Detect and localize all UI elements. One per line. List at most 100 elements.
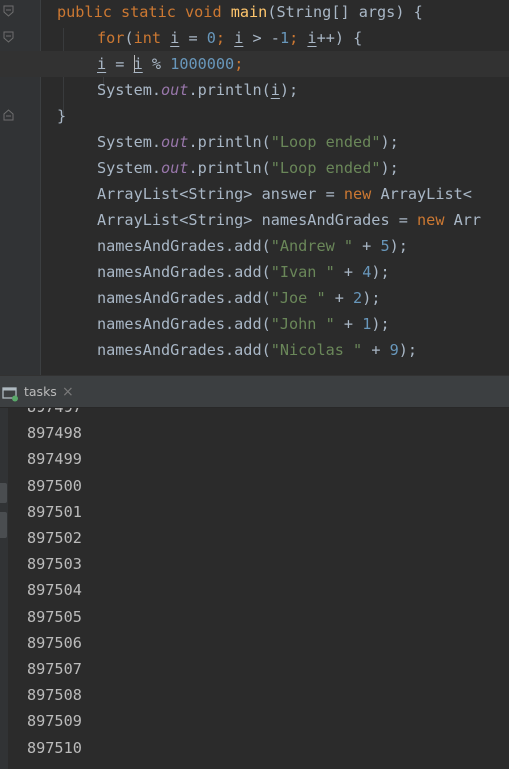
- console-line: 897504: [27, 581, 82, 600]
- console-side-toolbar: [0, 408, 8, 769]
- code-token: ArrayList<String> namesAndGrades =: [97, 211, 418, 229]
- code-line[interactable]: namesAndGrades.add("Ivan " + 4);: [0, 259, 509, 285]
- code-token: +: [334, 315, 363, 333]
- console-line: 897502: [27, 529, 82, 547]
- code-line[interactable]: for(int i = 0; i > -1; i++) {: [0, 25, 509, 51]
- code-token: ++) {: [316, 29, 363, 47]
- code-text: System.out.println(i);: [97, 77, 298, 103]
- code-token: +: [362, 341, 390, 359]
- code-token: );: [389, 237, 408, 255]
- console-line: 897505: [27, 607, 82, 626]
- code-token: namesAndGrades.add(: [97, 341, 271, 359]
- rerun-icon[interactable]: [0, 483, 7, 503]
- code-token: (: [124, 29, 134, 47]
- code-token: public static void: [57, 3, 231, 21]
- code-token: namesAndGrades.add(: [97, 237, 271, 255]
- code-token: +: [334, 263, 363, 281]
- code-token: i: [133, 55, 143, 73]
- code-token: =: [179, 29, 207, 47]
- code-token: }: [57, 107, 67, 125]
- stop-icon[interactable]: [0, 512, 7, 538]
- code-token: 1000000: [170, 55, 235, 73]
- console-line: 897503: [27, 555, 82, 574]
- code-token: out: [161, 81, 189, 99]
- code-token: "Loop ended": [270, 133, 381, 151]
- console-line: 897497: [27, 408, 82, 420]
- code-token: System.: [97, 133, 162, 151]
- code-token: 4: [362, 263, 372, 281]
- code-token: (String[] args) {: [267, 3, 423, 21]
- code-line[interactable]: public static void main(String[] args) {: [0, 0, 509, 25]
- console-line: 897506: [27, 633, 82, 652]
- code-token: );: [362, 289, 381, 307]
- code-token: new: [417, 211, 454, 229]
- code-token: .println(: [188, 159, 271, 177]
- code-text: System.out.println("Loop ended");: [97, 129, 399, 155]
- code-token: namesAndGrades.add(: [97, 263, 271, 281]
- code-text: namesAndGrades.add("John " + 1);: [97, 311, 390, 337]
- code-line[interactable]: namesAndGrades.add("Joe " + 2);: [0, 285, 509, 311]
- code-token: ;: [234, 55, 244, 73]
- code-token: "John ": [270, 315, 335, 333]
- code-token: +: [325, 289, 354, 307]
- code-editor[interactable]: public static void main(String[] args) {…: [0, 0, 509, 375]
- code-token: .println(: [188, 133, 271, 151]
- code-line[interactable]: namesAndGrades.add("Nicolas " + 9);: [0, 337, 509, 363]
- code-token: namesAndGrades.add(: [97, 315, 271, 333]
- code-token: "Andrew ": [270, 237, 354, 255]
- code-token: i: [234, 29, 244, 47]
- tab-tasks-label: tasks: [24, 384, 57, 399]
- code-line[interactable]: System.out.println("Loop ended");: [0, 129, 509, 155]
- code-text: namesAndGrades.add("Nicolas " + 9);: [97, 337, 417, 363]
- code-line[interactable]: System.out.println(i);: [0, 77, 509, 103]
- code-text: }: [57, 103, 66, 129]
- code-line[interactable]: namesAndGrades.add("Andrew " + 5);: [0, 233, 509, 259]
- code-token: );: [380, 159, 399, 177]
- console-line: 897499: [27, 450, 82, 469]
- code-token: );: [371, 315, 390, 333]
- code-token: "Joe ": [270, 289, 326, 307]
- code-token: );: [371, 263, 390, 281]
- code-token: "Loop ended": [270, 159, 381, 177]
- code-line[interactable]: ArrayList<String> answer = new ArrayList…: [0, 181, 509, 207]
- console-output[interactable]: 897497 897498 897499 897500 897501 897502 8975…: [0, 408, 509, 769]
- code-token: new: [343, 185, 381, 203]
- code-line[interactable]: ArrayList<String> namesAndGrades = new A…: [0, 207, 509, 233]
- code-text: namesAndGrades.add("Andrew " + 5);: [97, 233, 408, 259]
- console-line: 897509: [27, 712, 82, 731]
- code-token: ArrayList<String> answer =: [97, 185, 344, 203]
- code-text: ArrayList<String> answer = new ArrayList…: [97, 181, 472, 207]
- code-token: System.: [97, 159, 162, 177]
- code-token: "Nicolas ": [270, 341, 363, 359]
- console-line: 897508: [27, 686, 82, 705]
- code-token: );: [380, 133, 399, 151]
- console-run-icon: [2, 385, 19, 402]
- code-token: ;: [289, 29, 308, 47]
- tab-close-icon[interactable]: ×: [62, 384, 74, 400]
- code-token: i: [170, 29, 180, 47]
- code-token: out: [161, 133, 189, 151]
- code-token: +: [353, 237, 381, 255]
- run-toolwindow-header: tasks ×: [0, 375, 509, 408]
- code-text: i = i % 1000000;: [97, 51, 243, 77]
- code-line[interactable]: namesAndGrades.add("John " + 1);: [0, 311, 509, 337]
- code-text: System.out.println("Loop ended");: [97, 155, 399, 181]
- code-token: i: [270, 81, 280, 99]
- code-token: 2: [353, 289, 363, 307]
- code-line[interactable]: }: [0, 103, 509, 129]
- code-token: namesAndGrades.add(: [97, 289, 271, 307]
- code-text: for(int i = 0; i > -1; i++) {: [97, 25, 362, 51]
- code-line[interactable]: i = i % 1000000;: [0, 51, 509, 77]
- tab-tasks[interactable]: tasks ×: [0, 376, 90, 409]
- code-token: i: [307, 29, 317, 47]
- code-token: .println(: [188, 81, 271, 99]
- code-token: );: [279, 81, 299, 99]
- code-line[interactable]: System.out.println("Loop ended");: [0, 155, 509, 181]
- code-token: 5: [380, 237, 390, 255]
- code-text: public static void main(String[] args) {: [57, 0, 423, 25]
- code-token: );: [398, 341, 418, 359]
- code-token: %: [142, 55, 171, 73]
- code-token: out: [161, 159, 189, 177]
- code-token: 1: [362, 315, 372, 333]
- code-token: System.: [97, 81, 162, 99]
